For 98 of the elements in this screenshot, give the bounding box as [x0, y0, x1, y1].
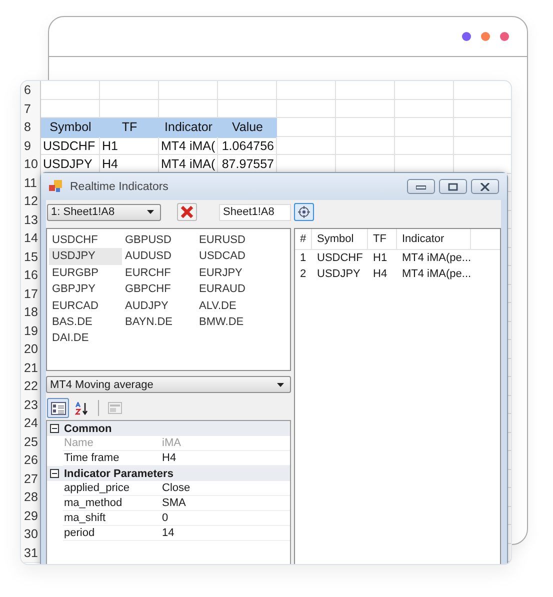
row-number: 8 [21, 118, 41, 138]
symbol-item[interactable]: AUDUSD [122, 248, 196, 265]
row-number: 9 [21, 136, 41, 156]
list-cell-text: MT4 iMA(pe... [401, 251, 471, 266]
row-number: 22 [21, 377, 41, 396]
property-value[interactable]: H4 [161, 451, 290, 465]
property-value[interactable]: 0 [161, 511, 290, 525]
sheet-dropdown[interactable]: 1: Sheet1!A8 [47, 204, 161, 220]
close-button[interactable] [471, 179, 499, 194]
row-number: 31 [21, 544, 41, 563]
categorized-icon [50, 402, 66, 414]
symbol-item[interactable]: USDCAD [196, 248, 270, 265]
maximize-button[interactable] [439, 179, 467, 194]
range-field[interactable]: Sheet1!A8 [219, 204, 291, 220]
property-name: Name [63, 436, 94, 450]
symbol-item[interactable]: GBPCHF [122, 281, 196, 298]
column-header[interactable]: TF [368, 229, 397, 249]
row-number: 12 [21, 192, 41, 212]
list-cell-text: USDCHF [316, 251, 364, 266]
symbol-item[interactable]: EURUSD [196, 232, 270, 248]
list-cell-text: 1 [299, 251, 308, 266]
list-cell-text: 2 [299, 267, 308, 282]
list-cell-text: MT4 iMA(pe... [401, 267, 471, 282]
row-number: 26 [21, 451, 41, 470]
maximize-icon [448, 182, 458, 190]
row-number: 10 [21, 155, 41, 174]
table-cell-text: MT4 iMA( [160, 138, 216, 155]
symbol-item[interactable]: EURCHF [122, 264, 196, 282]
window-dot[interactable] [500, 32, 509, 41]
list-cell-text: H4 [372, 267, 388, 282]
symbol-item[interactable]: AUDJPY [122, 298, 196, 314]
minimize-button[interactable] [407, 179, 435, 194]
column-header-cell: Symbol [41, 118, 100, 138]
crosshair-icon [298, 206, 310, 218]
dropdown-arrow-icon [147, 210, 154, 214]
row-number: 20 [21, 340, 41, 360]
property-pages-icon [108, 402, 122, 414]
delete-button[interactable] [177, 203, 197, 221]
delete-icon [180, 206, 194, 218]
symbol-item[interactable]: USDCHF [49, 232, 122, 248]
row-number: 30 [21, 525, 41, 544]
sort-icon [74, 402, 90, 414]
app-icon [49, 180, 63, 193]
indicator-dropdown[interactable]: MT4 Moving average [46, 376, 291, 393]
property-value[interactable]: SMA [161, 496, 290, 510]
row-number: 16 [21, 266, 41, 286]
symbol-item[interactable]: ALV.DE [196, 298, 270, 314]
table-cell-text: H1 [101, 138, 119, 154]
symbol-item[interactable]: EURAUD [196, 281, 270, 298]
symbol-item[interactable]: DAI.DE [49, 330, 122, 347]
window-title: Realtime Indicators [70, 180, 168, 192]
table-cell-text: USDCHF [42, 138, 96, 154]
window-dot[interactable] [481, 32, 490, 41]
row-number: 6 [21, 81, 41, 100]
symbol-item[interactable]: BAYN.DE [122, 314, 196, 330]
column-header[interactable]: # [295, 229, 312, 249]
symbol-item[interactable]: GBPJPY [49, 281, 122, 298]
dropdown-arrow-icon [277, 382, 284, 386]
row-number: 14 [21, 229, 41, 248]
column-header-cell: Value [218, 118, 277, 138]
collapse-icon[interactable] [50, 469, 59, 478]
property-value[interactable]: 14 [161, 526, 290, 540]
property-name: ma_method [63, 496, 124, 510]
symbol-item[interactable]: USDJPY [49, 248, 122, 265]
target-button[interactable] [294, 203, 314, 221]
table-cell-text: H4 [101, 156, 119, 173]
property-name: applied_price [63, 481, 130, 495]
category-label: Common [64, 422, 112, 434]
property-value[interactable]: Close [161, 481, 290, 495]
minimize-icon [416, 184, 426, 190]
column-header[interactable]: Indicator [397, 229, 471, 249]
table-cell-text: MT4 iMA( [160, 156, 216, 173]
row-number: 28 [21, 488, 41, 508]
row-number: 18 [21, 303, 41, 322]
category-label: Indicator Parameters [64, 468, 174, 480]
property-name: Time frame [63, 451, 120, 465]
symbol-item[interactable]: BAS.DE [49, 314, 122, 330]
list-cell-text: USDJPY [316, 267, 362, 282]
table-cell-text: 87.97557 [220, 156, 275, 173]
row-number: 7 [21, 100, 41, 119]
symbol-item[interactable]: EURJPY [196, 264, 270, 282]
table-cell-text: 1.064756 [220, 138, 275, 154]
column-header[interactable]: Symbol [312, 229, 368, 249]
list-cell-text: H1 [372, 251, 388, 266]
property-name: ma_shift [63, 511, 107, 525]
property-name: period [63, 526, 96, 540]
symbol-item[interactable]: EURCAD [49, 298, 122, 314]
symbol-item[interactable]: GBPUSD [122, 232, 196, 248]
column-header-cell: Indicator [159, 118, 218, 138]
symbol-item[interactable]: BMW.DE [196, 314, 270, 330]
symbol-item[interactable]: EURGBP [49, 264, 122, 282]
collapse-icon[interactable] [50, 424, 59, 433]
close-icon [480, 182, 490, 190]
window-dot[interactable] [462, 32, 471, 41]
categorized-button[interactable] [47, 398, 69, 418]
column-header-cell: TF [100, 118, 159, 138]
table-cell-text: USDJPY [42, 156, 94, 173]
row-number: 24 [21, 414, 41, 434]
